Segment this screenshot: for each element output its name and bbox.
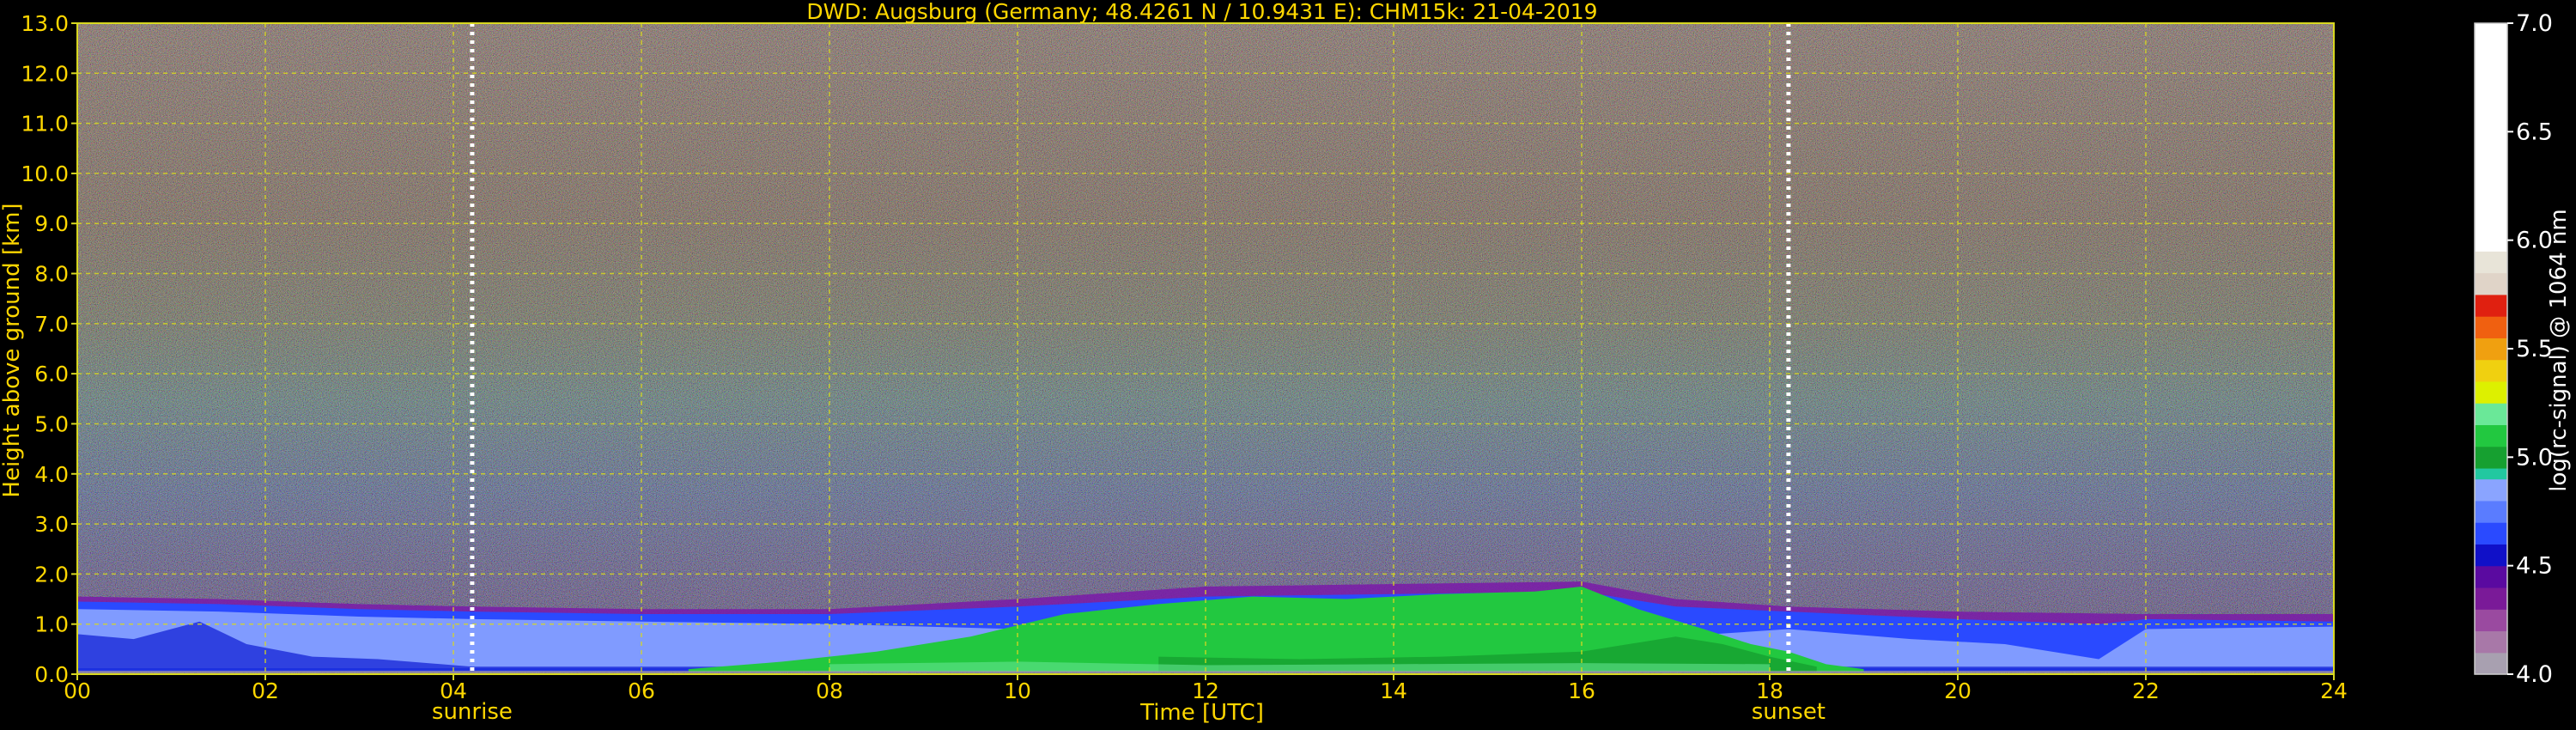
y-tick-label: 2.0 bbox=[34, 562, 69, 587]
y-tick-label: 8.0 bbox=[34, 262, 69, 287]
y-tick-label: 3.0 bbox=[34, 512, 69, 537]
colorbar-segment bbox=[2475, 23, 2507, 252]
x-axis-label: Time [UTC] bbox=[1139, 700, 1264, 726]
colorbar-segment bbox=[2475, 424, 2507, 447]
colorbar-segment bbox=[2475, 380, 2507, 404]
x-tick-label: 24 bbox=[2320, 678, 2348, 703]
y-tick-label: 12.0 bbox=[21, 61, 69, 86]
colorbar-segment bbox=[2475, 338, 2507, 361]
colorbar bbox=[2474, 22, 2508, 675]
x-tick-label: 04 bbox=[440, 678, 467, 703]
y-tick-label: 10.0 bbox=[21, 161, 69, 186]
y-tick-label: 6.0 bbox=[34, 362, 69, 386]
x-tick-label: 08 bbox=[816, 678, 843, 703]
y-tick-label: 5.0 bbox=[34, 411, 69, 436]
x-tick-label: 20 bbox=[1944, 678, 1971, 703]
colorbar-segment bbox=[2475, 446, 2507, 469]
x-tick-label: 18 bbox=[1756, 678, 1783, 703]
x-tick-label: 06 bbox=[628, 678, 655, 703]
colorbar-segment bbox=[2475, 500, 2507, 523]
x-tick-label: 16 bbox=[1568, 678, 1595, 703]
colorbar-segment bbox=[2475, 403, 2507, 426]
colorbar-tick-label: 4.0 bbox=[2516, 661, 2553, 688]
colorbar-segment bbox=[2475, 294, 2507, 317]
colorbar-tick-label: 7.0 bbox=[2516, 10, 2553, 37]
colorbar-segment bbox=[2475, 652, 2507, 675]
y-tick-label: 0.0 bbox=[34, 662, 69, 687]
y-tick-label: 1.0 bbox=[34, 612, 69, 637]
colorbar-segment bbox=[2475, 544, 2507, 567]
colorbar-segment bbox=[2475, 522, 2507, 544]
y-tick-label: 4.0 bbox=[34, 462, 69, 487]
y-tick-label: 13.0 bbox=[21, 11, 69, 36]
x-tick-label: 10 bbox=[1004, 678, 1031, 703]
y-tick-labels: 0.0 1.0 2.0 3.0 4.0 5.0 6.0 7.0 8.0 9.0 10.0 11.0 12… bbox=[21, 11, 69, 687]
colorbar-segment bbox=[2475, 587, 2507, 610]
colorbar-segment bbox=[2475, 609, 2507, 632]
x-tick-label: 22 bbox=[2132, 678, 2160, 703]
x-tick-label: 14 bbox=[1380, 678, 1407, 703]
colorbar-segment bbox=[2475, 478, 2507, 502]
colorbar-segment bbox=[2475, 467, 2507, 480]
colorbar-segment bbox=[2475, 272, 2507, 295]
colorbar-segment bbox=[2475, 565, 2507, 588]
colorbar-tick-label: 4.5 bbox=[2516, 553, 2553, 580]
colorbar-segment bbox=[2475, 630, 2507, 654]
y-tick-label: 9.0 bbox=[34, 211, 69, 236]
y-axis-label: Height above ground [km] bbox=[0, 203, 25, 497]
colorbar-tick-label: 6.5 bbox=[2516, 119, 2553, 145]
colorbar-segment bbox=[2475, 316, 2507, 338]
y-tick-label: 7.0 bbox=[34, 312, 69, 337]
colorbar-segment bbox=[2475, 359, 2507, 382]
colorbar-label: log(rc-signal) @ 1064 nm bbox=[2546, 209, 2572, 491]
y-tick-label: 11.0 bbox=[21, 112, 69, 137]
x-tick-label: 02 bbox=[252, 678, 279, 703]
colorbar-segment bbox=[2475, 251, 2507, 274]
chart-title: DWD: Augsburg (Germany; 48.4261 N / 10.9… bbox=[806, 0, 1597, 24]
ceilometer-chart: sunrise sunset 00 02 04 06 08 10 12 14 16 18 20 22 24… bbox=[0, 0, 2572, 726]
